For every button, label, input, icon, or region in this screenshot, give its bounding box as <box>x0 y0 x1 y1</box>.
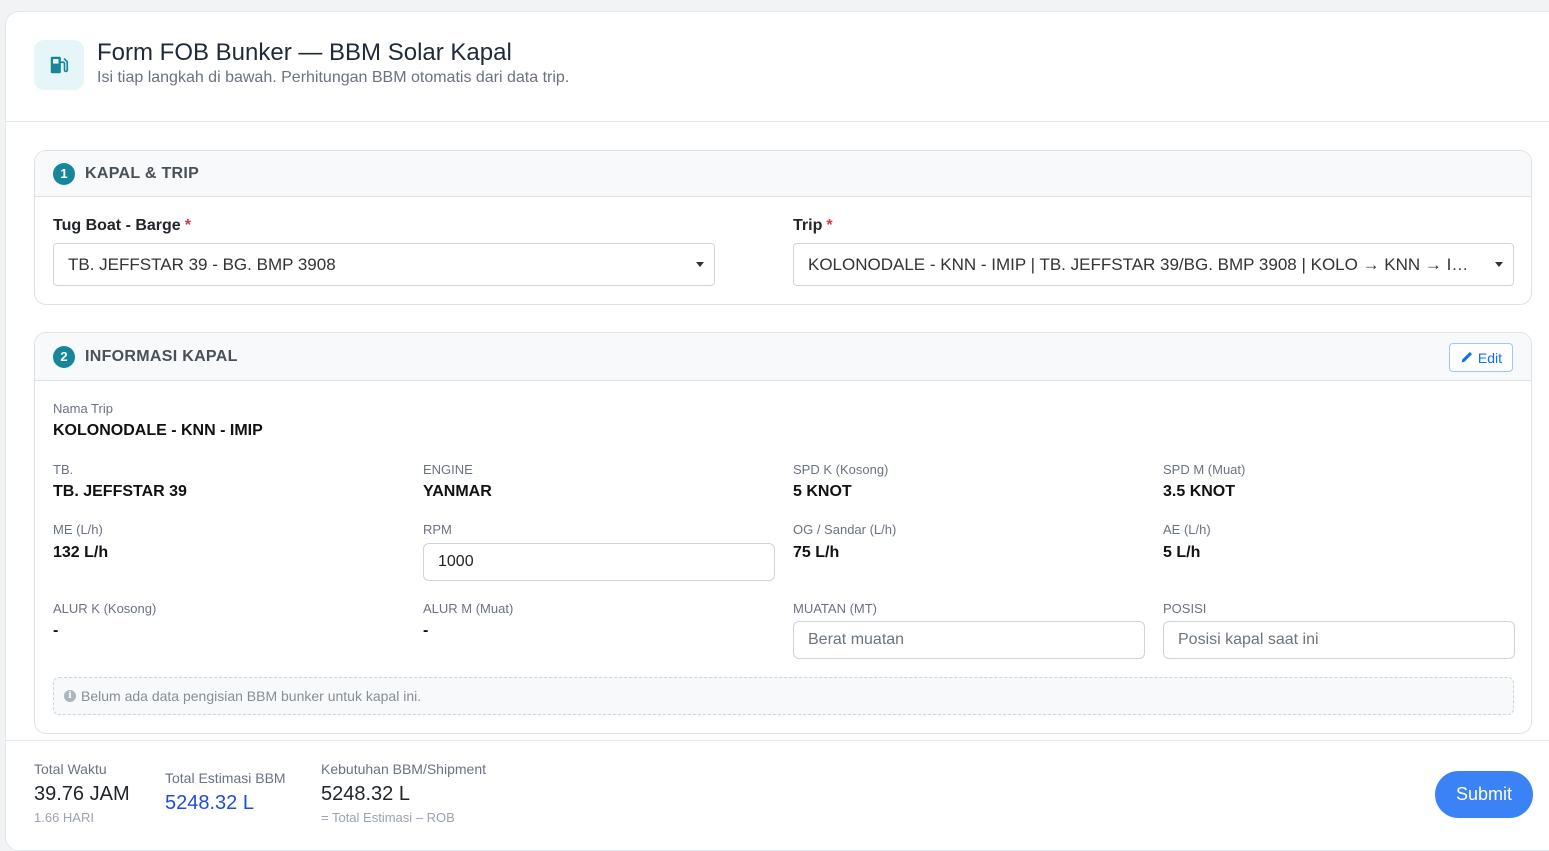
alur-k-value: - <box>53 622 59 639</box>
tugboat-select[interactable]: TB. JEFFSTAR 39 - BG. BMP 3908 <box>53 243 715 286</box>
og-label: OG / Sandar (L/h) <box>793 522 897 537</box>
pencil-icon <box>1461 351 1472 363</box>
notice-box: i Belum ada data pengisian BBM bunker un… <box>53 677 1514 715</box>
total-waktu-value: 39.76 JAM <box>34 783 130 805</box>
total-estimasi-value: 5248.32 L <box>165 792 254 814</box>
nama-trip-label: Nama Trip <box>53 401 113 416</box>
me-label: ME (L/h) <box>53 522 103 537</box>
muatan-label: MUATAN (MT) <box>793 601 877 616</box>
total-estimasi-label: Total Estimasi BBM <box>165 770 286 786</box>
kebutuhan-value: 5248.32 L <box>321 783 410 805</box>
step-badge: 1 <box>53 162 75 185</box>
muatan-input[interactable] <box>793 621 1145 659</box>
form-card: Form FOB Bunker — BBM Solar Kapal Isi ti… <box>5 11 1549 851</box>
chevron-down-icon <box>696 262 704 267</box>
total-waktu-label: Total Waktu <box>34 761 107 777</box>
fuel-pump-icon <box>34 40 84 90</box>
section-title: INFORMASI KAPAL <box>85 347 238 365</box>
step-badge: 2 <box>53 345 75 368</box>
total-waktu-sub: 1.66 HARI <box>34 810 94 825</box>
spd-m-value: 3.5 KNOT <box>1163 483 1236 500</box>
spd-m-label: SPD M (Muat) <box>1163 462 1246 477</box>
me-value: 132 L/h <box>53 544 109 561</box>
engine-value: YANMAR <box>423 483 492 500</box>
trip-select[interactable]: KOLONODALE - KNN - IMIP | TB. JEFFSTAR 3… <box>793 243 1514 286</box>
trip-label: Trip * <box>793 217 833 234</box>
alur-k-label: ALUR K (Kosong) <box>53 601 157 616</box>
section-kapal-trip: 1 KAPAL & TRIP Tug Boat - Barge * TB. JEF… <box>34 150 1532 305</box>
page-title: Form FOB Bunker — BBM Solar Kapal <box>97 39 512 66</box>
required-mark: * <box>826 217 833 234</box>
ae-value: 5 L/h <box>1163 544 1201 561</box>
info-icon: i <box>64 690 76 702</box>
required-mark: * <box>184 217 191 234</box>
edit-button[interactable]: Edit <box>1448 343 1513 372</box>
form-header: Form FOB Bunker — BBM Solar Kapal Isi ti… <box>6 12 1549 122</box>
submit-button[interactable]: Submit <box>1435 771 1533 818</box>
section-header: 1 KAPAL & TRIP <box>35 151 1531 197</box>
rpm-label: RPM <box>423 522 452 537</box>
posisi-label: POSISI <box>1163 601 1207 616</box>
alur-m-value: - <box>423 622 429 639</box>
footer-summary: Total Waktu 39.76 JAM 1.66 HARI Total Es… <box>6 740 1549 850</box>
kebutuhan-sub: = Total Estimasi – ROB <box>321 810 455 825</box>
section-header: 2 INFORMASI KAPAL Edit <box>35 333 1531 381</box>
og-value: 75 L/h <box>793 544 840 561</box>
chevron-down-icon <box>1495 262 1503 267</box>
ae-label: AE (L/h) <box>1163 522 1211 537</box>
notice-text: Belum ada data pengisian BBM bunker untu… <box>81 688 422 704</box>
alur-m-label: ALUR M (Muat) <box>423 601 514 616</box>
tb-value: TB. JEFFSTAR 39 <box>53 483 187 500</box>
page-subtitle: Isi tiap langkah di bawah. Perhitungan B… <box>97 69 570 86</box>
kebutuhan-label: Kebutuhan BBM/Shipment <box>321 761 486 777</box>
section-title: KAPAL & TRIP <box>85 164 200 182</box>
posisi-input[interactable] <box>1163 621 1515 659</box>
spd-k-label: SPD K (Kosong) <box>793 462 889 477</box>
nama-trip-value: KOLONODALE - KNN - IMIP <box>53 422 263 439</box>
spd-k-value: 5 KNOT <box>793 483 852 500</box>
rpm-input[interactable] <box>423 543 775 581</box>
engine-label: ENGINE <box>423 462 473 477</box>
section-informasi-kapal: 2 INFORMASI KAPAL Edit Nama Trip KOLONOD… <box>34 332 1532 734</box>
tugboat-label: Tug Boat - Barge * <box>53 217 191 234</box>
tb-label: TB. <box>53 462 74 477</box>
